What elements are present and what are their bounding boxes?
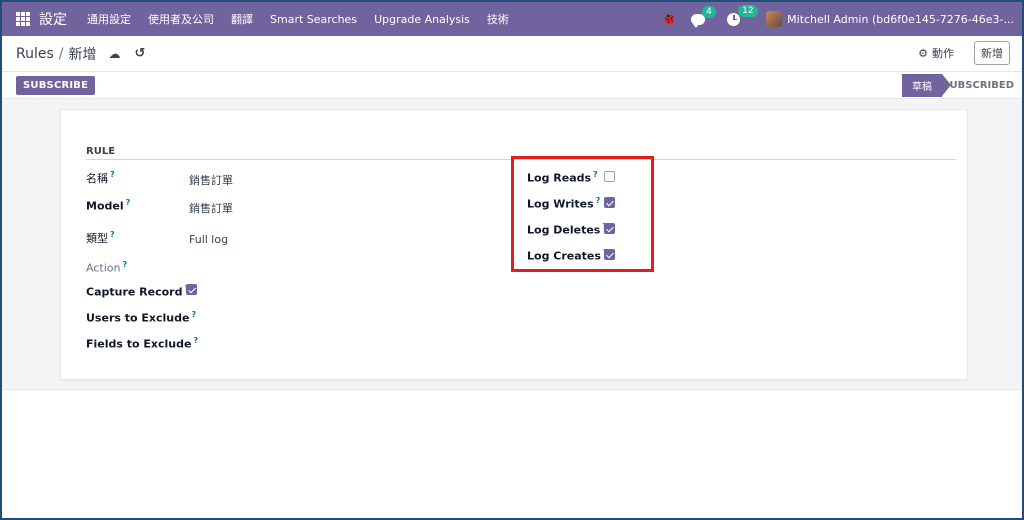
fields-exclude-label: Fields to Exclude?: [86, 336, 199, 351]
model-label: Model?: [86, 198, 131, 213]
help-icon[interactable]: ?: [122, 260, 127, 269]
app-window: 設定 通用設定 使用者及公司 翻譯 Smart Searches Upgrade…: [0, 0, 1024, 520]
type-label: 類型?: [86, 230, 115, 245]
users-exclude-label: Users to Exclude?: [86, 310, 197, 325]
debug-icon[interactable]: 🐞: [661, 12, 677, 27]
help-icon[interactable]: ?: [193, 336, 198, 345]
help-icon[interactable]: ?: [191, 310, 196, 319]
activities-button[interactable]: 12: [727, 4, 758, 26]
messages-button[interactable]: 4: [691, 5, 716, 28]
menu-upgrade-analysis[interactable]: Upgrade Analysis: [374, 13, 470, 26]
action-field-label: Action?: [86, 260, 128, 275]
action-menu-button[interactable]: ⚙ 動作: [918, 45, 954, 61]
subscribe-button[interactable]: SUBSCRIBE: [16, 76, 96, 95]
breadcrumb-rules[interactable]: Rules: [16, 46, 54, 62]
stage-draft[interactable]: 草稿: [902, 74, 951, 97]
app-brand[interactable]: 設定: [39, 9, 67, 29]
breadcrumb: Rules / 新增 ☁ ↺: [16, 44, 145, 64]
menu-technical[interactable]: 技術: [487, 11, 509, 27]
model-field[interactable]: 銷售訂單: [189, 200, 233, 216]
discard-undo-icon[interactable]: ↺: [135, 46, 146, 61]
highlight-box: [511, 156, 654, 272]
control-panel: Rules / 新增 ☁ ↺ ⚙ 動作 新增: [2, 36, 1022, 72]
menu-smart-searches[interactable]: Smart Searches: [270, 13, 357, 26]
stage-subscribed[interactable]: SUBSCRIBED: [942, 74, 1014, 97]
new-button[interactable]: 新增: [974, 41, 1010, 65]
help-icon[interactable]: ?: [110, 170, 115, 179]
menu-users-companies[interactable]: 使用者及公司: [148, 11, 214, 27]
type-field[interactable]: Full log: [189, 233, 228, 246]
status-bar: SUBSCRIBE 草稿 SUBSCRIBED: [2, 72, 1022, 99]
form-content-area: RULE 名稱? 銷售訂單 Model? 銷售訂單 類型? Full log A…: [2, 99, 1022, 390]
activities-badge: 12: [738, 4, 758, 17]
name-label: 名稱?: [86, 170, 115, 185]
menu-translations[interactable]: 翻譯: [231, 11, 253, 27]
help-icon[interactable]: ?: [110, 230, 115, 239]
menu-general-settings[interactable]: 通用設定: [87, 11, 131, 27]
section-title-rule: RULE: [86, 146, 116, 157]
gear-icon: ⚙: [918, 46, 928, 60]
help-icon[interactable]: ?: [126, 198, 131, 207]
capture-record-checkbox[interactable]: [186, 284, 197, 295]
capture-record-label: Capture Record?: [86, 284, 189, 299]
top-navbar: 設定 通用設定 使用者及公司 翻譯 Smart Searches Upgrade…: [2, 2, 1022, 36]
avatar[interactable]: [766, 11, 783, 27]
breadcrumb-separator: /: [58, 45, 64, 62]
form-sheet: RULE 名稱? 銷售訂單 Model? 銷售訂單 類型? Full log A…: [60, 109, 968, 380]
apps-grid-icon[interactable]: [16, 12, 30, 26]
action-label: 動作: [932, 47, 954, 60]
breadcrumb-current: 新增: [68, 46, 97, 63]
messages-badge: 4: [702, 5, 716, 18]
user-menu[interactable]: Mitchell Admin (bd6f0e145-7276-46e3-...: [787, 13, 1014, 26]
save-cloud-icon[interactable]: ☁: [109, 47, 121, 61]
name-field[interactable]: 銷售訂單: [189, 172, 233, 188]
